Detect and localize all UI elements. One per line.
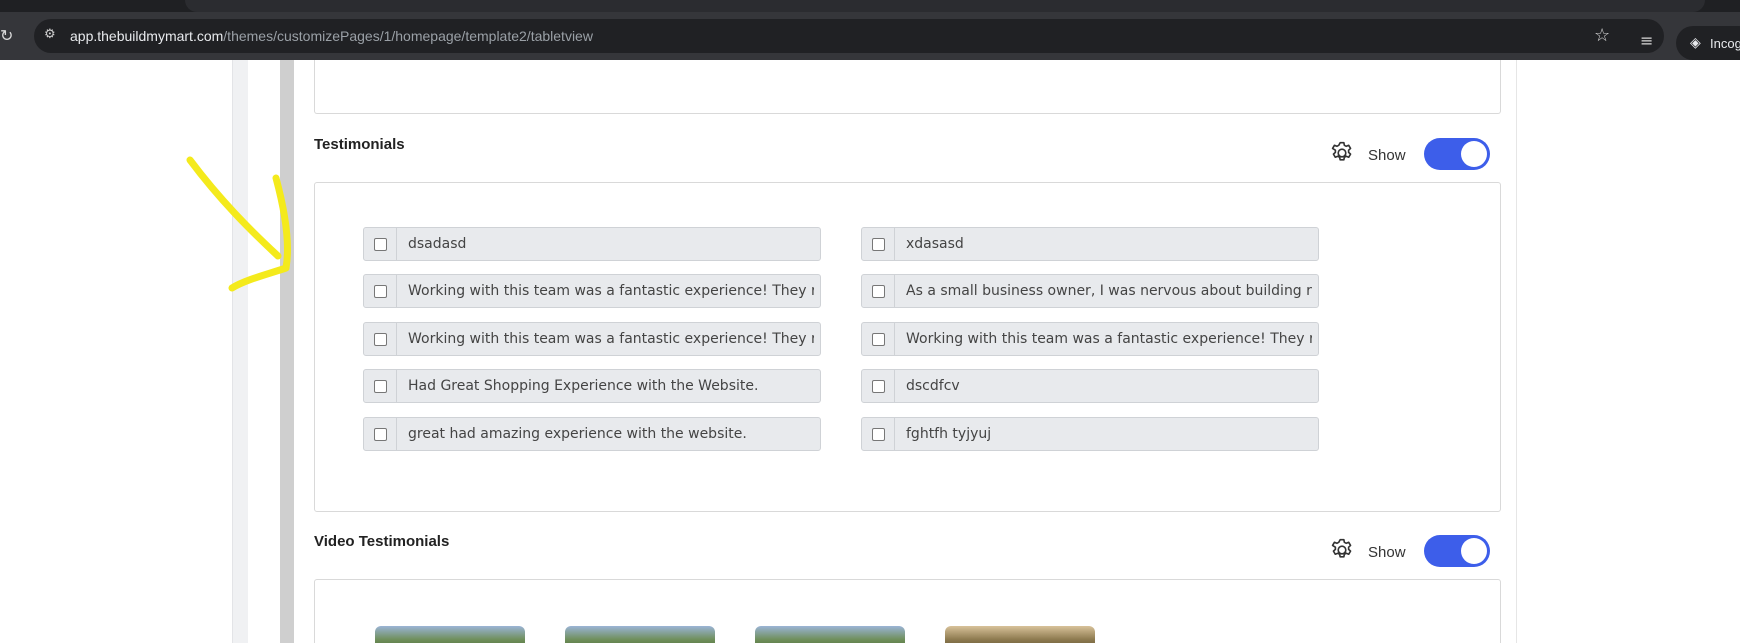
previous-section-box [314,60,1501,114]
testimonial-text: Had Great Shopping Experience with the W… [408,378,759,394]
browser-tab-strip [0,0,1740,12]
url-text[interactable]: app.thebuildmymart.com/themes/customizeP… [70,28,593,44]
testimonial-checkbox[interactable] [872,333,885,346]
gear-icon[interactable] [1329,140,1355,166]
testimonial-item[interactable]: fghtfh tyjyuj [861,417,1319,451]
video-thumbnail[interactable] [565,626,715,643]
testimonial-checkbox[interactable] [872,428,885,441]
testimonial-item[interactable]: Had Great Shopping Experience with the W… [363,369,821,403]
page-content: Testimonials Show dsadasd xdasasd Workin… [0,60,1740,643]
media-queue-icon[interactable]: ≡ [1640,31,1653,50]
url-host: app.thebuildmymart.com [70,28,224,44]
checkbox-cell [862,418,895,450]
video-testimonials-title: Video Testimonials [314,533,450,550]
checkbox-cell [862,228,895,260]
testimonial-item[interactable]: xdasasd [861,227,1319,261]
testimonial-checkbox[interactable] [374,333,387,346]
testimonial-checkbox[interactable] [374,238,387,251]
checkbox-cell [862,323,895,355]
video-thumbnail[interactable] [755,626,905,643]
checkbox-cell [364,275,397,307]
url-path: /themes/customizePages/1/homepage/templa… [223,28,593,44]
testimonial-item[interactable]: Working with this team was a fantastic e… [363,274,821,308]
testimonial-item[interactable]: Working with this team was a fantastic e… [861,322,1319,356]
testimonial-text: dsadasd [408,236,467,252]
testimonial-checkbox[interactable] [374,428,387,441]
testimonial-item[interactable]: dsadasd [363,227,821,261]
toggle-knob [1461,141,1487,167]
tune-icon[interactable]: ⚙ [44,27,62,45]
incognito-badge[interactable]: ◈ Incog [1676,26,1740,60]
testimonials-box: dsadasd xdasasd Working with this team w… [314,182,1501,512]
testimonials-show-toggle[interactable] [1424,138,1490,170]
incognito-label: Incog [1710,36,1740,51]
video-testimonials-show-toggle[interactable] [1424,535,1490,567]
reload-icon[interactable]: ↻ [0,26,16,46]
active-tab[interactable] [185,0,1705,12]
testimonial-text: xdasasd [906,236,964,252]
testimonials-show-label: Show [1368,147,1406,164]
checkbox-cell [364,370,397,402]
testimonial-checkbox[interactable] [872,238,885,251]
video-thumbnail[interactable] [945,626,1095,643]
checkbox-cell [862,370,895,402]
checkbox-cell [364,228,397,260]
gear-icon[interactable] [1329,537,1355,563]
testimonial-item[interactable]: great had amazing experience with the we… [363,417,821,451]
testimonial-item[interactable]: Working with this team was a fantastic e… [363,322,821,356]
testimonial-text: As a small business owner, I was nervous… [906,283,1312,299]
testimonial-text: dscdfcv [906,378,960,394]
content-edge [1516,60,1517,643]
checkbox-cell [862,275,895,307]
testimonial-item[interactable]: dscdfcv [861,369,1319,403]
testimonial-text: fghtfh tyjyuj [906,426,992,442]
testimonial-text: Working with this team was a fantastic e… [906,331,1312,347]
checkbox-cell [364,418,397,450]
testimonial-text: Working with this team was a fantastic e… [408,283,814,299]
address-bar[interactable]: ⚙ app.thebuildmymart.com/themes/customiz… [34,19,1664,53]
testimonial-text: great had amazing experience with the we… [408,426,747,442]
video-thumbnail[interactable] [375,626,525,643]
toggle-knob [1461,538,1487,564]
testimonial-checkbox[interactable] [872,380,885,393]
panel-scrollbar[interactable] [280,60,294,643]
browser-toolbar: ↻ ⚙ app.thebuildmymart.com/themes/custom… [0,12,1740,60]
star-icon[interactable]: ☆ [1594,25,1610,46]
testimonials-title: Testimonials [314,136,405,153]
testimonial-text: Working with this team was a fantastic e… [408,331,814,347]
testimonial-checkbox[interactable] [374,380,387,393]
testimonial-item[interactable]: As a small business owner, I was nervous… [861,274,1319,308]
incognito-icon: ◈ [1690,35,1701,51]
checkbox-cell [364,323,397,355]
sidebar-rail [232,60,248,643]
video-testimonials-show-label: Show [1368,544,1406,561]
testimonial-checkbox[interactable] [374,285,387,298]
testimonial-checkbox[interactable] [872,285,885,298]
